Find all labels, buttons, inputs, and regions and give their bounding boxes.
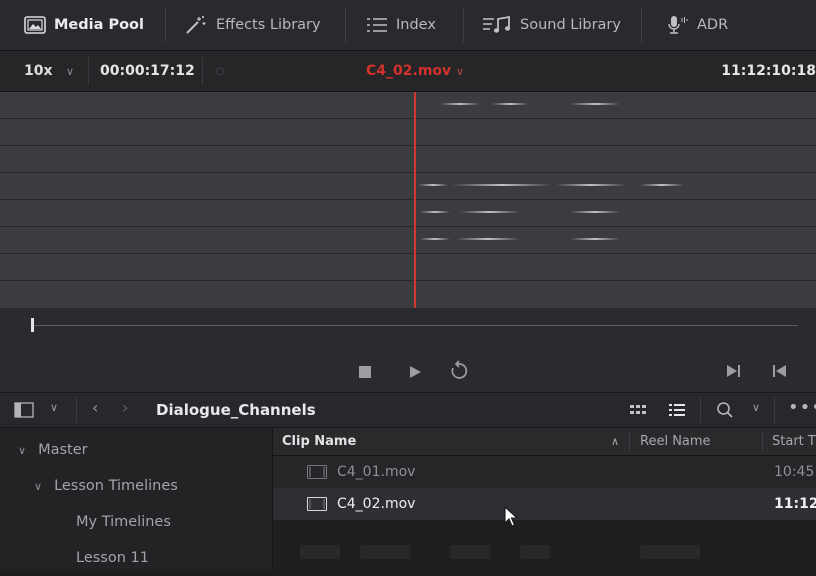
source-timecode: 11:12:10:18 — [721, 63, 816, 79]
duration-timecode: 00:00:17:12 — [100, 63, 195, 79]
bin-lesson-timelines[interactable]: ∨ Lesson Timelines — [0, 468, 306, 504]
chevron-down-icon[interactable]: ∨ — [752, 401, 760, 414]
chevron-down-icon[interactable]: ∨ — [34, 480, 42, 493]
chevron-down-icon[interactable]: ∨ — [66, 51, 74, 91]
tab-label: Index — [396, 17, 436, 33]
bin-master[interactable]: ∨ Master — [0, 432, 290, 468]
tab-adr[interactable]: ADR — [667, 0, 728, 50]
more-options-icon[interactable]: ••• — [788, 397, 816, 418]
tab-index[interactable]: Index — [366, 0, 436, 50]
stop-icon[interactable] — [358, 364, 372, 383]
audio-waveform-viewer[interactable] — [0, 92, 816, 308]
scrub-track[interactable] — [34, 325, 798, 326]
scrub-handle[interactable] — [31, 318, 34, 332]
bin-label: My Timelines — [76, 514, 171, 530]
playhead[interactable] — [414, 92, 416, 309]
media-pool-icon — [24, 16, 46, 34]
scrub-bar-area — [0, 308, 816, 351]
index-list-icon — [366, 17, 388, 33]
chevron-down-icon[interactable]: ∨ — [18, 444, 26, 457]
bin-list-toggle-icon[interactable] — [14, 402, 34, 422]
bin-label: Lesson 11 — [76, 550, 149, 566]
bin-label: Master — [38, 442, 88, 458]
film-clip-icon — [307, 497, 327, 511]
clip-name: C4_01.mov — [337, 464, 416, 480]
clip-row[interactable]: C4_01.mov 10:45 — [273, 456, 816, 488]
sort-ascending-icon[interactable]: ∧ — [611, 428, 619, 455]
clip-start-tc: 10:45 — [774, 464, 815, 480]
clip-row-selected[interactable]: C4_02.mov 11:12 — [273, 488, 816, 520]
effects-wand-icon — [184, 15, 208, 35]
panel-tab-bar: Media Pool Effects Library Index Sound L… — [0, 0, 816, 51]
column-header-clip-name[interactable]: Clip Name — [282, 428, 356, 455]
column-header-reel-name[interactable]: Reel Name — [640, 428, 711, 455]
media-pool-toolbar: ∨ ‹ › ∨ ••• — [0, 393, 816, 428]
next-clip-icon[interactable] — [726, 363, 742, 383]
clip-start-tc: 11:12 — [774, 496, 816, 512]
search-icon[interactable] — [716, 401, 734, 423]
tab-label: Media Pool — [54, 17, 144, 33]
thumbnail-view-icon[interactable] — [630, 403, 646, 422]
chevron-down-icon[interactable]: ∨ — [50, 401, 58, 414]
microphone-icon — [667, 15, 689, 35]
clip-name: C4_02.mov — [337, 496, 416, 512]
chevron-down-icon[interactable]: ∨ — [456, 51, 464, 91]
tab-media-pool[interactable]: Media Pool — [24, 0, 144, 50]
viewer-header: 10x ∨ 00:00:17:12 ○ C4_02.mov ∨ 11:12:10… — [0, 51, 816, 92]
zoom-level[interactable]: 10x — [24, 51, 53, 91]
status-dot-icon: ○ — [216, 65, 225, 77]
list-view-icon[interactable] — [669, 402, 685, 421]
bin-label: Lesson Timelines — [54, 478, 178, 494]
tab-sound-library[interactable]: Sound Library — [482, 0, 621, 50]
back-arrow-icon[interactable]: ‹ — [92, 398, 98, 417]
previous-clip-icon[interactable] — [772, 363, 788, 383]
tab-label: ADR — [697, 17, 729, 33]
film-clip-icon — [307, 465, 327, 479]
play-icon[interactable] — [408, 364, 422, 383]
transport-controls — [0, 351, 816, 393]
tab-effects-library[interactable]: Effects Library — [184, 0, 321, 50]
tab-label: Sound Library — [520, 17, 621, 33]
forward-arrow-icon[interactable]: › — [122, 398, 128, 417]
clip-title[interactable]: C4_02.mov — [366, 51, 451, 91]
column-header-start-tc[interactable]: Start T — [772, 428, 816, 455]
mouse-cursor-icon — [504, 505, 520, 532]
tab-label: Effects Library — [216, 17, 321, 33]
loop-icon[interactable] — [448, 360, 472, 386]
sound-library-icon — [482, 16, 512, 34]
current-bin-name: Dialogue_Channels — [156, 401, 316, 419]
bin-list: ∨ Master ∨ Lesson Timelines My Timelines… — [0, 428, 273, 569]
